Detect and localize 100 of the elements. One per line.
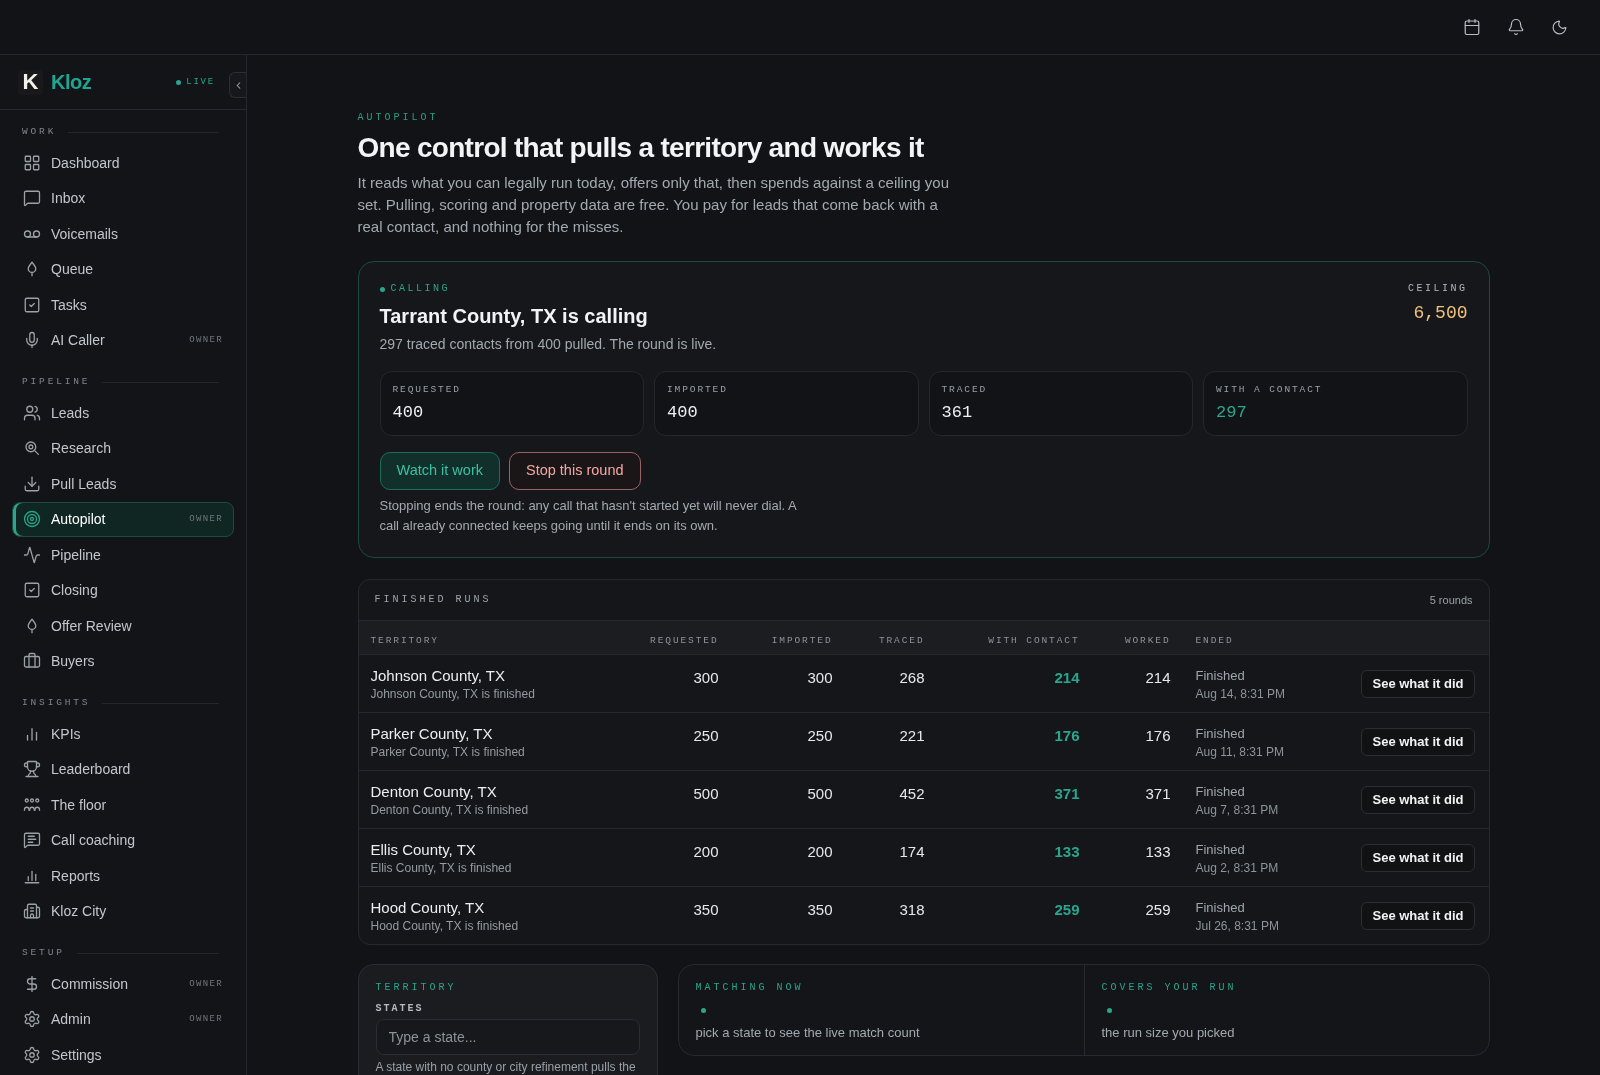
sidebar-item[interactable]: Research bbox=[12, 430, 234, 466]
users-icon bbox=[23, 403, 41, 422]
field-label: STATES bbox=[375, 1003, 425, 1015]
sidebar-item[interactable]: Leads bbox=[12, 395, 234, 431]
column-header: REQUESTED bbox=[650, 634, 719, 646]
building-icon bbox=[23, 902, 41, 921]
territory-hint: A state with no county or city refinement pulls the bbox=[375, 1060, 637, 1074]
sidebar-item[interactable]: AI Caller OWNER bbox=[12, 322, 234, 358]
sidebar-item[interactable]: Kloz City bbox=[12, 893, 234, 929]
sidebar-item[interactable]: Tasks bbox=[12, 287, 234, 323]
sidebar-item[interactable]: Admin OWNER bbox=[12, 1001, 234, 1037]
calendar-icon[interactable] bbox=[1463, 18, 1481, 36]
sidebar-item[interactable]: Voicemails bbox=[12, 216, 234, 252]
sidebar-item[interactable]: Buyers bbox=[12, 643, 234, 679]
sidebar-item[interactable]: Autopilot OWNER bbox=[12, 501, 234, 537]
round-summary: 297 traced contacts from 400 pulled. The round is live. bbox=[379, 335, 717, 354]
status-text: Finished bbox=[1195, 782, 1245, 801]
sidebar-item[interactable]: The floor bbox=[12, 787, 234, 823]
brand-name: Kloz bbox=[51, 70, 92, 94]
column-header: TRACED bbox=[878, 634, 925, 646]
page-intro: It reads what you can legally run today, offers only that, then spends against a ceiling you set. Pulling, scoring and property data are free. You pay for leads that come back with a real contact, and nothing for the misses. bbox=[357, 173, 950, 237]
requested-count: 350 bbox=[693, 900, 719, 918]
moon-icon[interactable] bbox=[1551, 18, 1568, 36]
checkbox-icon bbox=[23, 295, 41, 314]
role-tag: OWNER bbox=[189, 513, 223, 526]
view-run-button[interactable]: See what it did bbox=[1361, 669, 1475, 698]
status-text: Finished bbox=[1195, 898, 1245, 917]
worked-count: 371 bbox=[1145, 784, 1171, 802]
traced-count: 268 bbox=[899, 668, 925, 686]
sidebar-item[interactable]: Pull Leads bbox=[12, 466, 234, 502]
gear-icon bbox=[23, 1010, 41, 1029]
sidebar-item[interactable]: Leaderboard bbox=[12, 751, 234, 787]
view-run-button[interactable]: See what it did bbox=[1361, 901, 1475, 930]
column-header: IMPORTED bbox=[771, 634, 833, 646]
territory-detail: Johnson County, TX is finished bbox=[370, 685, 535, 702]
contact-count: 133 bbox=[1054, 842, 1080, 860]
target-icon bbox=[23, 510, 41, 529]
action-button[interactable]: Stop this round bbox=[509, 452, 641, 490]
sidebar-item[interactable]: Pipeline bbox=[12, 537, 234, 573]
territory-name: Johnson County, TX bbox=[370, 665, 506, 686]
round-count: 5 rounds bbox=[1429, 593, 1473, 608]
state-input[interactable]: Type a state... bbox=[375, 1019, 640, 1055]
worked-count: 133 bbox=[1145, 842, 1171, 860]
stop-note: Stopping ends the round: any call that hasn't started yet will never dial. A call already connected keeps going until it ends on its own. bbox=[379, 497, 798, 535]
sidebar-item[interactable]: Closing bbox=[12, 572, 234, 608]
sidebar-item[interactable]: Settings bbox=[12, 1037, 234, 1073]
status-dot-icon bbox=[379, 286, 385, 292]
imported-count: 350 bbox=[807, 900, 833, 918]
contact-count: 214 bbox=[1054, 668, 1080, 686]
ceiling-label: CEILING bbox=[1408, 283, 1468, 295]
column-header: TERRITORY bbox=[370, 634, 439, 646]
territory-name: Parker County, TX bbox=[370, 723, 493, 744]
sidebar-item[interactable]: KPIs bbox=[12, 716, 234, 752]
view-run-button[interactable]: See what it did bbox=[1361, 843, 1475, 872]
traced-count: 318 bbox=[899, 900, 925, 918]
sidebar-item[interactable]: Inbox bbox=[12, 180, 234, 216]
logo-mark: K bbox=[18, 69, 43, 95]
status-label: CALLING bbox=[390, 283, 450, 295]
bell-icon[interactable] bbox=[1507, 18, 1525, 36]
sidebar-item[interactable]: Call coaching bbox=[12, 822, 234, 858]
stat-label: TRACED bbox=[941, 384, 989, 396]
role-tag: OWNER bbox=[189, 334, 223, 347]
section-title: FINISHED RUNS bbox=[374, 594, 492, 606]
download-icon bbox=[23, 474, 41, 493]
sidebar-item[interactable]: Commission OWNER bbox=[12, 966, 234, 1002]
page-eyebrow: AUTOPILOT bbox=[357, 112, 440, 124]
checkbox-icon bbox=[23, 581, 41, 600]
message-text-icon bbox=[23, 831, 41, 850]
territory-name: Hood County, TX bbox=[370, 897, 485, 918]
view-run-button[interactable]: See what it did bbox=[1361, 785, 1475, 814]
requested-count: 300 bbox=[693, 668, 719, 686]
action-button[interactable]: Watch it work bbox=[379, 452, 500, 490]
sidebar-item[interactable]: Dashboard bbox=[12, 145, 234, 181]
contact-count: 371 bbox=[1054, 784, 1080, 802]
sidebar-item[interactable]: Queue bbox=[12, 251, 234, 287]
column-header: WITH CONTACT bbox=[988, 634, 1080, 646]
sidebar-item[interactable]: Offer Review bbox=[12, 608, 234, 644]
ended-time: Aug 14, 8:31 PM bbox=[1195, 685, 1285, 702]
contact-count: 176 bbox=[1054, 726, 1080, 744]
stat-label: IMPORTED bbox=[667, 384, 729, 396]
ceiling-value: 6,500 bbox=[1413, 302, 1468, 325]
territory-title: TERRITORY bbox=[375, 982, 458, 994]
imported-count: 250 bbox=[807, 726, 833, 744]
briefcase-icon bbox=[23, 652, 41, 671]
column-header: ENDED bbox=[1195, 634, 1234, 646]
traced-count: 221 bbox=[899, 726, 925, 744]
stat-value: 297 bbox=[1216, 402, 1248, 424]
stat-value: 400 bbox=[392, 402, 425, 424]
role-tag: OWNER bbox=[189, 977, 223, 990]
worked-count: 214 bbox=[1145, 668, 1171, 686]
territory-name: Ellis County, TX bbox=[370, 839, 476, 860]
collapse-button[interactable] bbox=[229, 72, 246, 98]
imported-count: 200 bbox=[807, 842, 833, 860]
sidebar-item[interactable]: Reports bbox=[12, 858, 234, 894]
stat-label: REQUESTED bbox=[392, 384, 462, 396]
live-label: LIVE bbox=[186, 76, 215, 88]
stat-label: WITH A CONTACT bbox=[1216, 384, 1324, 396]
view-run-button[interactable]: See what it did bbox=[1361, 727, 1475, 756]
section-label: INSIGHTS bbox=[22, 697, 91, 709]
column-header: WORKED bbox=[1124, 634, 1171, 646]
